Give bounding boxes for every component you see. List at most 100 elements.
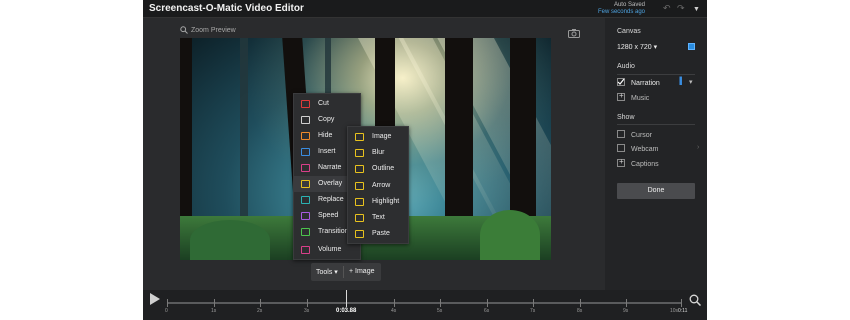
narration-row[interactable]: Narration ▐ ▾ bbox=[617, 78, 693, 87]
video-editor-window: Screencast-O-Matic Video Editor Auto Sav… bbox=[143, 0, 707, 320]
tick-label: 6s bbox=[484, 308, 490, 314]
add-captions-icon[interactable]: + bbox=[617, 157, 625, 167]
end-time: 0:11 bbox=[678, 308, 688, 314]
menu-item-cut[interactable]: Cut bbox=[294, 96, 360, 112]
autosave-time: Few seconds ago bbox=[597, 9, 645, 15]
arrow-icon bbox=[355, 182, 364, 190]
webcam-label: Webcam bbox=[631, 146, 659, 153]
menu-item-label: Copy bbox=[318, 116, 335, 123]
menu-item-label: Volume bbox=[318, 246, 342, 253]
timeline-tick bbox=[167, 299, 168, 307]
submenu-item-paste[interactable]: Paste bbox=[348, 226, 408, 242]
captions-label: Captions bbox=[631, 161, 659, 168]
submenu-item-blur[interactable]: Blur bbox=[348, 145, 408, 161]
tick-label: 8s bbox=[577, 308, 583, 314]
menu-item-label: Replace bbox=[318, 196, 344, 203]
chevron-down-icon[interactable]: ▾ bbox=[689, 78, 693, 86]
check-icon bbox=[617, 78, 625, 85]
tick-label: 2s bbox=[257, 308, 263, 314]
submenu-item-text[interactable]: Text bbox=[348, 210, 408, 226]
narration-checkbox[interactable] bbox=[617, 78, 625, 86]
chevron-down-icon: ▾ bbox=[334, 269, 338, 276]
toolbar-divider bbox=[343, 266, 344, 278]
timeline-tick bbox=[487, 299, 488, 307]
undo-icon[interactable]: ↶ bbox=[663, 3, 671, 13]
autosave-label: Auto Saved bbox=[613, 2, 645, 8]
timeline-tick bbox=[394, 299, 395, 307]
current-time: 0:03.88 bbox=[336, 308, 357, 314]
menu-item-label: Speed bbox=[318, 212, 339, 219]
tick-label: 3s bbox=[304, 308, 310, 314]
overlay-submenu: Image Blur Outline Arrow Highlight Text … bbox=[347, 126, 409, 244]
timeline-tick bbox=[214, 299, 215, 307]
timeline-tick bbox=[681, 299, 682, 307]
menu-item-label: Cut bbox=[318, 100, 329, 107]
bush bbox=[480, 210, 540, 260]
cursor-label: Cursor bbox=[631, 132, 653, 139]
tick-label: 9s bbox=[623, 308, 629, 314]
menu-item-volume[interactable]: Volume bbox=[294, 242, 360, 258]
menu-item-label: Blur bbox=[372, 149, 385, 156]
webcam-row[interactable]: Webcam bbox=[617, 144, 659, 153]
narrate-icon bbox=[301, 164, 310, 172]
zoom-preview-label: Zoom Preview bbox=[191, 27, 236, 34]
canvas-size-value: 1280 x 720 bbox=[617, 44, 652, 51]
add-music-icon[interactable]: + bbox=[617, 91, 625, 101]
menu-item-label: Overlay bbox=[318, 180, 343, 187]
timeline: 0 1s 2s 3s 4s 5s 6s 7s 8s 9s 10s 0:11 0:… bbox=[143, 290, 707, 320]
captions-row[interactable]: + Captions bbox=[617, 157, 659, 168]
play-icon[interactable] bbox=[149, 293, 161, 305]
submenu-item-arrow[interactable]: Arrow bbox=[348, 178, 408, 194]
insert-icon bbox=[301, 148, 310, 156]
properties-sidebar: Canvas 1280 x 720 ▾ Audio Narration ▐ ▾ … bbox=[605, 18, 707, 290]
tools-button[interactable]: Tools ▾ bbox=[316, 268, 338, 276]
cursor-row[interactable]: Cursor bbox=[617, 130, 652, 139]
tick-label: 7s bbox=[530, 308, 536, 314]
submenu-item-outline[interactable]: Outline bbox=[348, 161, 408, 177]
text-icon bbox=[355, 214, 364, 222]
timeline-tick bbox=[440, 299, 441, 307]
submenu-item-highlight[interactable]: Highlight bbox=[348, 194, 408, 210]
bush bbox=[190, 220, 270, 260]
copy-icon bbox=[301, 116, 310, 124]
done-button[interactable]: Done bbox=[617, 183, 695, 199]
menu-item-label: Outline bbox=[372, 165, 395, 172]
music-row[interactable]: + Music bbox=[617, 91, 650, 102]
search-icon[interactable] bbox=[689, 294, 701, 306]
app-title: Screencast-O-Matic Video Editor bbox=[149, 3, 304, 14]
title-bar: Screencast-O-Matic Video Editor Auto Sav… bbox=[143, 0, 707, 18]
hide-icon bbox=[301, 132, 310, 140]
menu-dropdown-icon[interactable]: ▼ bbox=[693, 5, 700, 15]
canvas-color-swatch[interactable] bbox=[688, 43, 695, 50]
transition-icon bbox=[301, 228, 310, 236]
cursor-checkbox[interactable] bbox=[617, 130, 625, 138]
outline-icon bbox=[355, 165, 364, 173]
blur-icon bbox=[355, 149, 364, 157]
timeline-track[interactable] bbox=[167, 302, 682, 304]
camera-icon[interactable] bbox=[568, 25, 580, 43]
music-label: Music bbox=[631, 95, 650, 102]
menu-item-label: Arrow bbox=[372, 182, 391, 189]
zoom-preview[interactable]: Zoom Preview bbox=[180, 26, 236, 34]
menu-item-label: Highlight bbox=[372, 198, 400, 205]
menu-item-label: Transition bbox=[318, 228, 349, 235]
redo-icon[interactable]: ↷ bbox=[677, 3, 685, 13]
canvas-size-select[interactable]: 1280 x 720 ▾ bbox=[617, 43, 657, 51]
add-image-button[interactable]: + Image bbox=[349, 268, 375, 275]
chevron-right-icon[interactable]: › bbox=[697, 144, 699, 151]
playhead[interactable] bbox=[346, 290, 347, 307]
canvas-heading: Canvas bbox=[617, 28, 641, 35]
audio-heading: Audio bbox=[617, 63, 635, 70]
menu-item-label: Hide bbox=[318, 132, 333, 139]
tick-label: 5s bbox=[437, 308, 443, 314]
menu-item-label: Paste bbox=[372, 230, 390, 237]
tools-button-label: Tools bbox=[316, 269, 333, 276]
submenu-item-image[interactable]: Image bbox=[348, 129, 408, 145]
autosave-status: Auto Saved Few seconds ago bbox=[598, 2, 645, 16]
narration-label: Narration bbox=[631, 80, 660, 87]
audio-level-icon: ▐ bbox=[677, 78, 682, 85]
divider bbox=[617, 74, 695, 75]
search-icon bbox=[180, 26, 188, 34]
image-icon bbox=[355, 133, 364, 141]
webcam-checkbox[interactable] bbox=[617, 144, 625, 152]
